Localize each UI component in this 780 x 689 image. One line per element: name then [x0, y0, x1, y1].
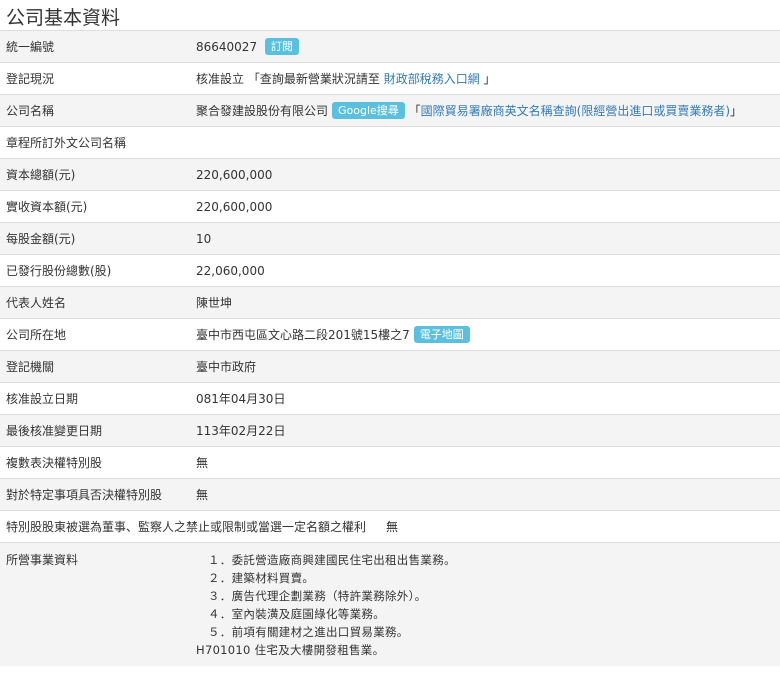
address-label: 公司所在地 — [0, 318, 190, 351]
table-row: 每股金額(元) 10 — [0, 222, 780, 255]
shares-issued-value: 22,060,000 — [190, 254, 780, 287]
table-row: 公司名稱 聚合發建設股份有限公司 Google搜尋 「國際貿易署廠商英文名稱查詢(… — [0, 94, 780, 127]
company-name-post-link: 」 — [730, 104, 743, 118]
representative-label: 代表人姓名 — [0, 286, 190, 319]
company-info-table: 統一編號 86640027 訂閱 登記現況 核准設立 「查詢最新營業狀況請至 財… — [0, 30, 780, 666]
capital-paid-value: 220,600,000 — [190, 190, 780, 223]
unified-id-label: 統一編號 — [0, 30, 190, 63]
table-row: 登記機關 臺中市政府 — [0, 350, 780, 383]
director-restriction-label: 特別股股東被選為董事、監察人之禁止或限制或當選一定名額之權利 — [6, 519, 367, 534]
authority-value: 臺中市政府 — [190, 350, 780, 383]
table-row: 代表人姓名 陳世坤 — [0, 286, 780, 319]
table-row: 所營事業資料 １．委託營造廠商興建國民住宅出租出售業務。 ２．建築材料買賣。 ３… — [0, 542, 780, 666]
table-row: 資本總額(元) 220,600,000 — [0, 158, 780, 191]
business-label: 所營事業資料 — [0, 542, 190, 666]
authority-label: 登記機關 — [0, 350, 190, 383]
table-row: 統一編號 86640027 訂閱 — [0, 30, 780, 63]
company-name-value: 聚合發建設股份有限公司 — [196, 104, 329, 118]
address-value: 臺中市西屯區文心路二段201號15樓之7 — [196, 328, 410, 342]
status-label: 登記現況 — [0, 62, 190, 95]
business-item: ５．前項有關建材之進出口貿易業務。 — [208, 625, 409, 639]
business-item: ４．室內裝潢及庭園綠化等業務。 — [208, 607, 385, 621]
last-change-date-value: 113年02月22日 — [190, 414, 780, 447]
multi-vote-value: 無 — [190, 446, 780, 479]
capital-paid-label: 實收資本額(元) — [0, 190, 190, 223]
business-item: ２．建築材料買賣。 — [208, 571, 315, 585]
multi-vote-label: 複數表決權特別股 — [0, 446, 190, 479]
business-list: １．委託營造廠商興建國民住宅出租出售業務。 ２．建築材料買賣。 ３．廣告代理企劃… — [196, 551, 774, 659]
business-cell: １．委託營造廠商興建國民住宅出租出售業務。 ２．建築材料買賣。 ３．廣告代理企劃… — [190, 542, 780, 666]
table-row: 最後核准變更日期 113年02月22日 — [0, 414, 780, 447]
business-item: ３．廣告代理企劃業務（特許業務除外）。 — [208, 589, 427, 603]
par-value-value: 10 — [190, 222, 780, 255]
table-row: 複數表決權特別股 無 — [0, 446, 780, 479]
company-name-label: 公司名稱 — [0, 94, 190, 127]
approval-date-label: 核准設立日期 — [0, 382, 190, 415]
page-title: 公司基本資料 — [6, 7, 121, 29]
director-restriction-cell: 特別股股東被選為董事、監察人之禁止或限制或當選一定名額之權利 無 — [0, 510, 780, 543]
company-name-cell: 聚合發建設股份有限公司 Google搜尋 「國際貿易署廠商英文名稱查詢(限經營出進… — [190, 94, 780, 127]
status-pre-link: 「查詢最新營業狀況請至 — [247, 71, 380, 86]
status-value: 核准設立 — [196, 71, 245, 86]
company-name-pre-link: 「 — [408, 104, 421, 118]
address-cell: 臺中市西屯區文心路二段201號15樓之7 電子地圖 — [190, 318, 780, 351]
map-button[interactable]: 電子地圖 — [413, 326, 470, 343]
veto-share-value: 無 — [190, 478, 780, 511]
unified-id-cell: 86640027 訂閱 — [190, 30, 780, 63]
business-item: １．委託營造廠商興建國民住宅出租出售業務。 — [208, 553, 456, 567]
shares-issued-label: 已發行股份總數(股) — [0, 254, 190, 287]
director-restriction-value: 無 — [386, 519, 399, 534]
approval-date-value: 081年04月30日 — [190, 382, 780, 415]
last-change-date-label: 最後核准變更日期 — [0, 414, 190, 447]
google-search-button[interactable]: Google搜尋 — [332, 102, 405, 119]
table-row: 核准設立日期 081年04月30日 — [0, 382, 780, 415]
table-row: 特別股股東被選為董事、監察人之禁止或限制或當選一定名額之權利 無 — [0, 510, 780, 543]
status-cell: 核准設立 「查詢最新營業狀況請至 財政部稅務入口網 」 — [190, 62, 780, 95]
table-row: 對於特定事項具否決權特別股 無 — [0, 478, 780, 511]
trade-english-name-link[interactable]: 國際貿易署廠商英文名稱查詢(限經營出進口或買賣業務者) — [421, 104, 730, 118]
representative-value: 陳世坤 — [190, 286, 780, 319]
capital-total-label: 資本總額(元) — [0, 158, 190, 191]
table-row: 登記現況 核准設立 「查詢最新營業狀況請至 財政部稅務入口網 」 — [0, 62, 780, 95]
status-post-link: 」 — [483, 71, 496, 86]
foreign-name-label: 章程所訂外文公司名稱 — [0, 126, 780, 159]
business-item: H701010 住宅及大樓開發租售業。 — [196, 643, 385, 657]
table-row: 實收資本額(元) 220,600,000 — [0, 190, 780, 223]
table-row: 章程所訂外文公司名稱 — [0, 126, 780, 159]
table-row: 已發行股份總數(股) 22,060,000 — [0, 254, 780, 287]
tax-portal-link[interactable]: 財政部稅務入口網 — [384, 72, 480, 86]
capital-total-value: 220,600,000 — [190, 158, 780, 191]
unified-id-value: 86640027 — [196, 40, 258, 54]
table-row: 公司所在地 臺中市西屯區文心路二段201號15樓之7 電子地圖 — [0, 318, 780, 351]
veto-share-label: 對於特定事項具否決權特別股 — [0, 478, 190, 511]
par-value-label: 每股金額(元) — [0, 222, 190, 255]
subscribe-button[interactable]: 訂閱 — [264, 38, 299, 55]
